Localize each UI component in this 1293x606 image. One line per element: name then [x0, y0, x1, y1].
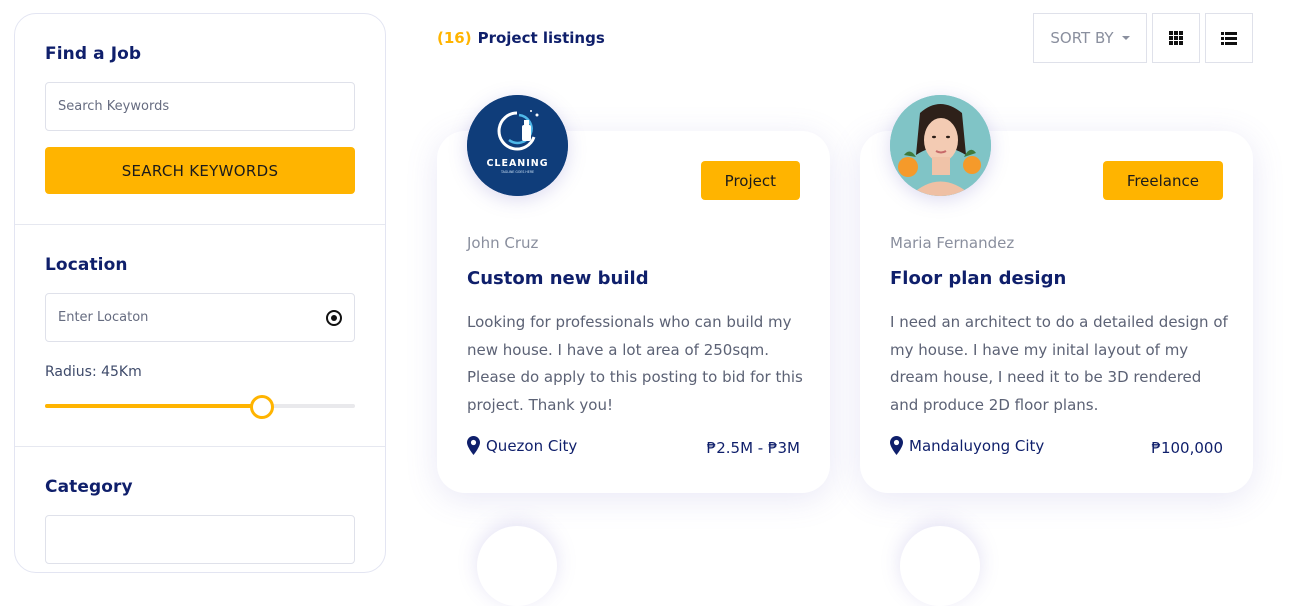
location-section: Location Enter Locaton Radius: 45Km	[15, 225, 385, 447]
category-heading: Category	[45, 477, 133, 497]
woman-portrait-avatar	[890, 95, 991, 196]
location-heading: Location	[45, 255, 128, 275]
card-location: Mandaluyong City	[890, 436, 1044, 455]
freelance-type-badge[interactable]: Freelance	[1102, 161, 1223, 200]
card-author: Maria Fernandez	[890, 234, 1015, 252]
list-icon	[1221, 31, 1237, 45]
cleaning-logo-tagline: TAGLINE GOES HERE	[500, 170, 534, 174]
map-pin-icon	[467, 436, 480, 455]
card-price: ₱2.5M - ₱3M	[706, 439, 800, 457]
project-type-badge[interactable]: Project	[700, 161, 800, 200]
caret-down-icon	[1121, 36, 1130, 40]
card-title[interactable]: Custom new build	[467, 268, 649, 289]
view-toolbar: SORT BY	[1033, 13, 1253, 63]
card-description: I need an architect to do a detailed des…	[890, 313, 1228, 414]
category-select[interactable]	[45, 515, 355, 564]
card-description: Looking for professionals who can build …	[467, 313, 803, 414]
radius-slider-fill	[45, 404, 262, 408]
next-card-avatar	[900, 526, 980, 606]
listing-count: (16) Project listings	[437, 29, 605, 47]
location-input[interactable]: Enter Locaton	[45, 293, 355, 342]
card-title[interactable]: Floor plan design	[890, 268, 1066, 289]
map-pin-icon	[890, 436, 903, 455]
find-job-heading: Find a Job	[45, 44, 142, 64]
radius-slider-thumb[interactable]	[250, 395, 274, 419]
card-location-text: Quezon City	[486, 436, 578, 455]
card-author: John Cruz	[467, 234, 539, 252]
listing-count-number: (16)	[437, 29, 472, 47]
card-price: ₱100,000	[1151, 439, 1223, 457]
search-keywords-input[interactable]: Search Keywords	[45, 82, 355, 131]
locate-target-icon[interactable]	[326, 309, 342, 326]
cleaning-logo-avatar: CLEANING TAGLINE GOES HERE	[467, 95, 568, 196]
next-card-avatar	[477, 526, 557, 606]
radius-slider[interactable]	[45, 395, 355, 419]
project-card[interactable]: Freelance Maria Fernandez Floor plan des…	[860, 95, 1253, 493]
sort-by-dropdown[interactable]: SORT BY	[1033, 13, 1147, 63]
list-view-button[interactable]	[1205, 13, 1253, 63]
category-section: Category	[15, 447, 385, 594]
location-placeholder: Enter Locaton	[58, 310, 149, 325]
listing-count-label: Project listings	[477, 29, 605, 47]
project-card[interactable]: CLEANING TAGLINE GOES HERE Project John …	[437, 95, 830, 493]
search-keywords-button[interactable]: SEARCH KEYWORDS	[45, 147, 355, 194]
woman-portrait-icon	[890, 95, 991, 196]
filter-sidebar: Find a Job Search Keywords SEARCH KEYWOR…	[14, 13, 386, 573]
cleaning-logo-text: CLEANING	[486, 158, 548, 169]
find-job-section: Find a Job Search Keywords SEARCH KEYWOR…	[15, 14, 385, 225]
radius-label: Radius: 45Km	[45, 364, 142, 380]
card-location: Quezon City	[467, 436, 577, 455]
sort-by-label: SORT BY	[1050, 29, 1114, 47]
grid-view-button[interactable]	[1152, 13, 1200, 63]
card-location-text: Mandaluyong City	[909, 436, 1045, 455]
search-keywords-placeholder: Search Keywords	[58, 99, 170, 114]
cleaning-logo-icon: CLEANING TAGLINE GOES HERE	[467, 95, 568, 196]
grid-icon	[1169, 31, 1183, 45]
